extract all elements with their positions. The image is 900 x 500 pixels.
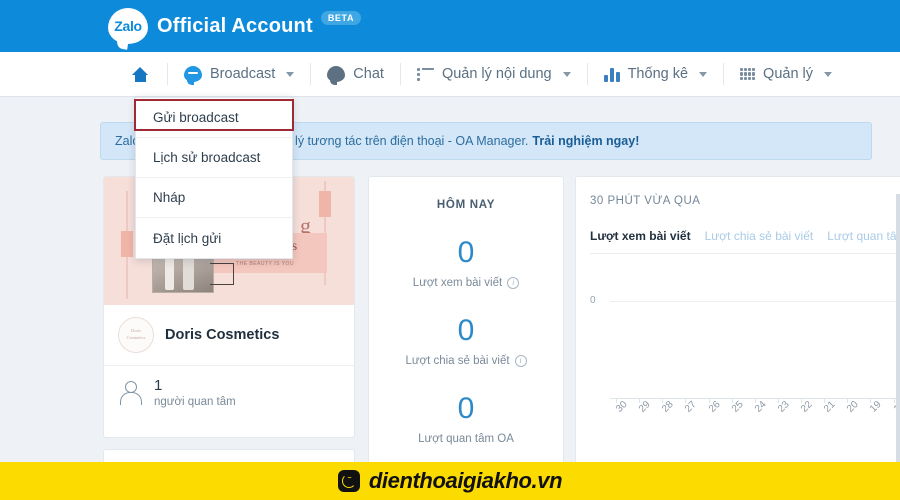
nav-label-management: Quản lý [763,66,814,82]
page-scrollbar[interactable] [896,194,900,500]
chart-tick [754,398,756,403]
profile-name: Doris Cosmetics [165,327,280,343]
zalo-logo-text: Zalo [114,18,142,34]
grid-icon [740,67,756,81]
chart-tick [777,398,779,403]
bar-chart-icon [603,67,620,82]
app-header: Zalo Official Account BETA [0,0,900,52]
app-title: Official Account [157,14,313,37]
broadcast-bubble-icon [184,66,202,85]
menu-item-broadcast-history[interactable]: Lịch sử broadcast [136,138,292,178]
today-stats-card: HÔM NAY 0 Lượt xem bài viết i 0 Lượt chi… [368,176,564,500]
nav-item-content-management[interactable]: Quản lý nội dung [401,52,587,97]
profile-name-row[interactable]: Doris Cosmetics Doris Cosmetics [104,305,354,366]
stat-label: Lượt chia sẻ bài viết [405,355,510,367]
nav-label-statistics: Thống kê [627,66,689,82]
y-axis-tick-0: 0 [590,295,596,306]
nav-item-broadcast[interactable]: Broadcast [168,52,310,97]
app-root: Zalo Official Account BETA Broadcast Cha… [0,0,900,500]
stat-label: Lượt xem bài viết [412,277,503,289]
chart-tick [708,398,710,403]
chevron-down-icon [699,71,708,77]
cover-decor-left [121,191,133,299]
beta-badge: BETA [320,11,362,25]
chart-tabs: Lượt xem bài viết Lượt chia sẻ bài viết … [590,229,900,253]
chat-bubble-icon [327,66,346,85]
info-icon[interactable]: i [514,355,527,367]
stat-post-shares: 0 Lượt chia sẻ bài viết i [369,316,563,367]
nav-label-chat: Chat [353,66,384,82]
chart-tab-oa-followers[interactable]: Lượt quan tâm OA [827,229,900,253]
chart-tab-post-views[interactable]: Lượt xem bài viết [590,229,691,253]
chevron-down-icon [286,71,295,77]
main-navbar: Broadcast Chat Quản lý nội dung Thống kê [0,52,900,97]
nav-item-home[interactable] [114,52,167,97]
followers-label: người quan tâm [154,395,236,408]
stat-value: 0 [457,392,475,425]
home-icon [132,66,149,82]
chart-gridline [610,301,900,302]
today-heading: HÔM NAY [436,199,496,211]
chevron-down-icon [824,71,833,77]
menu-item-draft[interactable]: Nháp [136,178,292,218]
chevron-down-icon [562,71,571,77]
cover-subtitle: THE BEAUTY IS YOU [236,261,295,267]
person-icon [118,380,142,406]
broadcast-dropdown-menu: Gửi broadcast Lịch sử broadcast Nháp Đặt… [135,97,293,259]
followers-row: 1 người quan tâm [104,366,354,419]
watermark-text: dienthoaigiakho.vn [368,468,563,493]
watermark-footer: dienthoaigiakho.vn [0,462,900,500]
chart-tabs-divider [590,253,900,254]
avatar: Doris Cosmetics [118,317,154,353]
brand[interactable]: Zalo Official Account BETA [108,8,362,44]
realtime-chart-card: 30 PHÚT VỪA QUA Lượt xem bài viết Lượt c… [575,176,900,500]
stat-label: Lượt quan tâm OA [418,433,514,445]
dienthoaigiakho-logo-icon [337,470,360,492]
chart-tab-post-shares[interactable]: Lượt chia sẻ bài viết [705,229,814,253]
followers-count: 1 [154,377,163,394]
menu-item-schedule-send[interactable]: Đặt lịch gửi [136,218,292,258]
chart-tick [731,398,733,403]
nav-item-management[interactable]: Quản lý [724,52,848,97]
nav-label-content-management: Quản lý nội dung [441,66,552,82]
nav-label-broadcast: Broadcast [210,66,276,82]
zalo-logo-icon: Zalo [108,8,148,44]
list-icon [416,67,434,81]
avatar-line-1: Doris [131,328,141,334]
chart-heading: 30 PHÚT VỪA QUA [590,195,701,207]
info-icon[interactable]: i [507,277,520,289]
stat-post-views: 0 Lượt xem bài viết i [369,238,563,289]
stat-oa-followers: 0 Lượt quan tâm OA [369,392,563,446]
nav-item-statistics[interactable]: Thống kê [588,52,723,97]
chart-x-ticks: 30292827262524232221201918 [610,398,900,458]
nav-item-chat[interactable]: Chat [311,52,400,97]
stat-value: 0 [457,314,475,347]
stat-value: 0 [457,236,475,269]
chart-tick [893,398,895,403]
cover-decor-hook [210,263,234,285]
announcement-link[interactable]: Trải nghiệm ngay! [532,134,639,148]
menu-item-send-broadcast[interactable]: Gửi broadcast [136,98,292,138]
chart-plot-area: 0 30292827262524232221201918 [590,282,900,462]
avatar-line-2: Cosmetics [126,335,146,340]
